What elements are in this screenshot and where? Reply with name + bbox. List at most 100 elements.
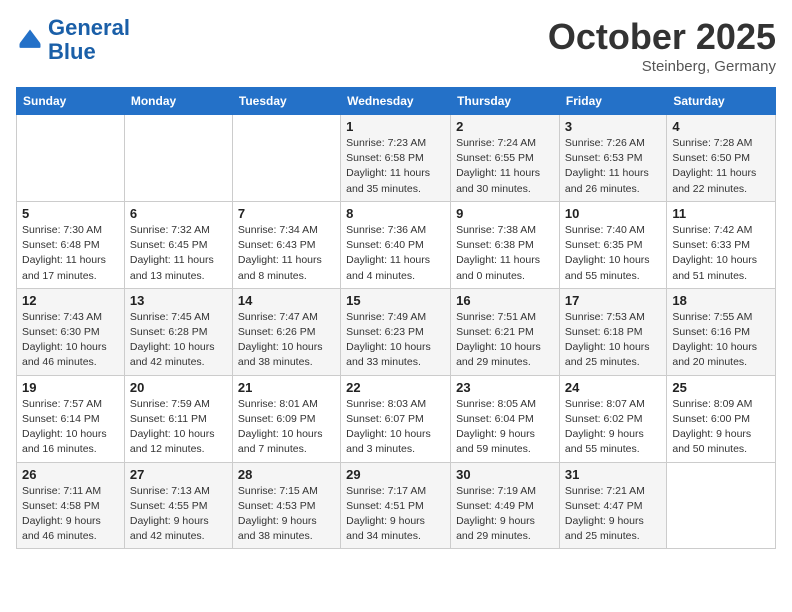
calendar-day-cell: 21Sunrise: 8:01 AM Sunset: 6:09 PM Dayli…	[232, 375, 340, 462]
calendar-day-cell: 2 Sunrise: 7:24 AM Sunset: 6:55 PM Daylig…	[451, 115, 560, 202]
day-info: Sunrise: 7:51 AM Sunset: 6:21 PM Dayligh…	[456, 310, 554, 371]
day-number: 29	[346, 467, 445, 482]
day-number: 1	[346, 119, 445, 134]
calendar-day-cell: 13Sunrise: 7:45 AM Sunset: 6:28 PM Dayli…	[124, 288, 232, 375]
day-info: Sunrise: 7:40 AM Sunset: 6:35 PM Dayligh…	[565, 223, 661, 284]
calendar-day-cell: 19 Sunrise: 7:57 AM Sunset: 6:14 PM Dayli…	[17, 375, 125, 462]
calendar-day-cell: 31 Sunrise: 7:21 AM Sunset: 4:47 PM Dayli…	[559, 462, 666, 549]
calendar-day-cell: 11 Sunrise: 7:42 AM Sunset: 6:33 PM Dayli…	[667, 201, 776, 288]
day-number: 23	[456, 380, 554, 395]
calendar-day-cell: 24Sunrise: 8:07 AM Sunset: 6:02 PM Dayli…	[559, 375, 666, 462]
calendar-day-cell: 6 Sunrise: 7:32 AM Sunset: 6:45 PM Daylig…	[124, 201, 232, 288]
day-info: Sunrise: 7:17 AM Sunset: 4:51 PM Dayligh…	[346, 484, 445, 545]
calendar-day-cell: 8 Sunrise: 7:36 AM Sunset: 6:40 PM Daylig…	[341, 201, 451, 288]
calendar-day-cell: 29 Sunrise: 7:17 AM Sunset: 4:51 PM Dayli…	[341, 462, 451, 549]
day-info: Sunrise: 7:34 AM Sunset: 6:43 PM Dayligh…	[238, 223, 335, 284]
logo: General Blue	[16, 16, 130, 64]
calendar-day-cell: 7 Sunrise: 7:34 AM Sunset: 6:43 PM Daylig…	[232, 201, 340, 288]
calendar-day-cell: 28 Sunrise: 7:15 AM Sunset: 4:53 PM Dayli…	[232, 462, 340, 549]
day-info: Sunrise: 7:32 AM Sunset: 6:45 PM Dayligh…	[130, 223, 227, 284]
day-info: Sunrise: 7:59 AM Sunset: 6:11 PM Dayligh…	[130, 397, 227, 458]
day-number: 24	[565, 380, 661, 395]
day-number: 28	[238, 467, 335, 482]
location: Steinberg, Germany	[548, 58, 776, 75]
page-header: General Blue October 2025 Steinberg, Ger…	[16, 16, 776, 75]
calendar-day-cell: 30 Sunrise: 7:19 AM Sunset: 4:49 PM Dayli…	[451, 462, 560, 549]
day-number: 26	[22, 467, 119, 482]
calendar-day-cell: 20Sunrise: 7:59 AM Sunset: 6:11 PM Dayli…	[124, 375, 232, 462]
calendar-day-cell: 15 Sunrise: 7:49 AM Sunset: 6:23 PM Dayli…	[341, 288, 451, 375]
title-block: October 2025 Steinberg, Germany	[548, 16, 776, 75]
calendar-day-cell: 17 Sunrise: 7:53 AM Sunset: 6:18 PM Dayli…	[559, 288, 666, 375]
calendar-day-cell: 22Sunrise: 8:03 AM Sunset: 6:07 PM Dayli…	[341, 375, 451, 462]
day-info: Sunrise: 7:49 AM Sunset: 6:23 PM Dayligh…	[346, 310, 445, 371]
calendar-day-cell: 23 Sunrise: 8:05 AM Sunset: 6:04 PM Dayli…	[451, 375, 560, 462]
day-number: 27	[130, 467, 227, 482]
day-number: 5	[22, 206, 119, 221]
day-info: Sunrise: 8:05 AM Sunset: 6:04 PM Dayligh…	[456, 397, 554, 458]
logo-text: General Blue	[48, 16, 130, 64]
calendar-day-cell: 9Sunrise: 7:38 AM Sunset: 6:38 PM Daylig…	[451, 201, 560, 288]
calendar-week-row: 1Sunrise: 7:23 AM Sunset: 6:58 PM Daylig…	[17, 115, 776, 202]
day-number: 14	[238, 293, 335, 308]
day-info: Sunrise: 7:21 AM Sunset: 4:47 PM Dayligh…	[565, 484, 661, 545]
day-number: 30	[456, 467, 554, 482]
day-info: Sunrise: 7:24 AM Sunset: 6:55 PM Dayligh…	[456, 136, 554, 197]
calendar-table: SundayMondayTuesdayWednesdayThursdayFrid…	[16, 87, 776, 549]
day-info: Sunrise: 7:28 AM Sunset: 6:50 PM Dayligh…	[672, 136, 770, 197]
day-number: 16	[456, 293, 554, 308]
day-info: Sunrise: 7:11 AM Sunset: 4:58 PM Dayligh…	[22, 484, 119, 545]
day-info: Sunrise: 7:45 AM Sunset: 6:28 PM Dayligh…	[130, 310, 227, 371]
calendar-day-cell: 3 Sunrise: 7:26 AM Sunset: 6:53 PM Daylig…	[559, 115, 666, 202]
day-number: 31	[565, 467, 661, 482]
calendar-day-cell	[667, 462, 776, 549]
day-number: 9	[456, 206, 554, 221]
calendar-day-cell: 12Sunrise: 7:43 AM Sunset: 6:30 PM Dayli…	[17, 288, 125, 375]
day-info: Sunrise: 7:13 AM Sunset: 4:55 PM Dayligh…	[130, 484, 227, 545]
day-info: Sunrise: 7:42 AM Sunset: 6:33 PM Dayligh…	[672, 223, 770, 284]
day-info: Sunrise: 7:26 AM Sunset: 6:53 PM Dayligh…	[565, 136, 661, 197]
calendar-week-row: 5Sunrise: 7:30 AM Sunset: 6:48 PM Daylig…	[17, 201, 776, 288]
weekday-header: Friday	[559, 88, 666, 115]
calendar-day-cell: 10Sunrise: 7:40 AM Sunset: 6:35 PM Dayli…	[559, 201, 666, 288]
calendar-week-row: 12Sunrise: 7:43 AM Sunset: 6:30 PM Dayli…	[17, 288, 776, 375]
weekday-header: Thursday	[451, 88, 560, 115]
day-number: 4	[672, 119, 770, 134]
month-title: October 2025	[548, 16, 776, 58]
day-info: Sunrise: 7:19 AM Sunset: 4:49 PM Dayligh…	[456, 484, 554, 545]
day-number: 17	[565, 293, 661, 308]
calendar-day-cell: 14 Sunrise: 7:47 AM Sunset: 6:26 PM Dayli…	[232, 288, 340, 375]
day-info: Sunrise: 7:47 AM Sunset: 6:26 PM Dayligh…	[238, 310, 335, 371]
calendar-day-cell: 18Sunrise: 7:55 AM Sunset: 6:16 PM Dayli…	[667, 288, 776, 375]
day-number: 19	[22, 380, 119, 395]
day-info: Sunrise: 7:15 AM Sunset: 4:53 PM Dayligh…	[238, 484, 335, 545]
logo-line1: General	[48, 15, 130, 40]
calendar-day-cell: 27 Sunrise: 7:13 AM Sunset: 4:55 PM Dayli…	[124, 462, 232, 549]
calendar-day-cell: 25Sunrise: 8:09 AM Sunset: 6:00 PM Dayli…	[667, 375, 776, 462]
day-info: Sunrise: 7:55 AM Sunset: 6:16 PM Dayligh…	[672, 310, 770, 371]
weekday-header-row: SundayMondayTuesdayWednesdayThursdayFrid…	[17, 88, 776, 115]
day-number: 8	[346, 206, 445, 221]
calendar-day-cell	[232, 115, 340, 202]
day-number: 7	[238, 206, 335, 221]
calendar-day-cell	[17, 115, 125, 202]
calendar-day-cell: 26 Sunrise: 7:11 AM Sunset: 4:58 PM Dayli…	[17, 462, 125, 549]
day-info: Sunrise: 7:36 AM Sunset: 6:40 PM Dayligh…	[346, 223, 445, 284]
calendar-day-cell: 5Sunrise: 7:30 AM Sunset: 6:48 PM Daylig…	[17, 201, 125, 288]
day-number: 11	[672, 206, 770, 221]
calendar-week-row: 19 Sunrise: 7:57 AM Sunset: 6:14 PM Dayli…	[17, 375, 776, 462]
calendar-day-cell: 16 Sunrise: 7:51 AM Sunset: 6:21 PM Dayli…	[451, 288, 560, 375]
day-info: Sunrise: 7:57 AM Sunset: 6:14 PM Dayligh…	[22, 397, 119, 458]
day-number: 6	[130, 206, 227, 221]
logo-line2: Blue	[48, 39, 96, 64]
day-number: 3	[565, 119, 661, 134]
weekday-header: Saturday	[667, 88, 776, 115]
day-info: Sunrise: 8:09 AM Sunset: 6:00 PM Dayligh…	[672, 397, 770, 458]
day-number: 21	[238, 380, 335, 395]
logo-icon	[16, 26, 44, 54]
day-number: 2	[456, 119, 554, 134]
day-info: Sunrise: 7:43 AM Sunset: 6:30 PM Dayligh…	[22, 310, 119, 371]
day-number: 15	[346, 293, 445, 308]
weekday-header: Tuesday	[232, 88, 340, 115]
day-info: Sunrise: 7:53 AM Sunset: 6:18 PM Dayligh…	[565, 310, 661, 371]
